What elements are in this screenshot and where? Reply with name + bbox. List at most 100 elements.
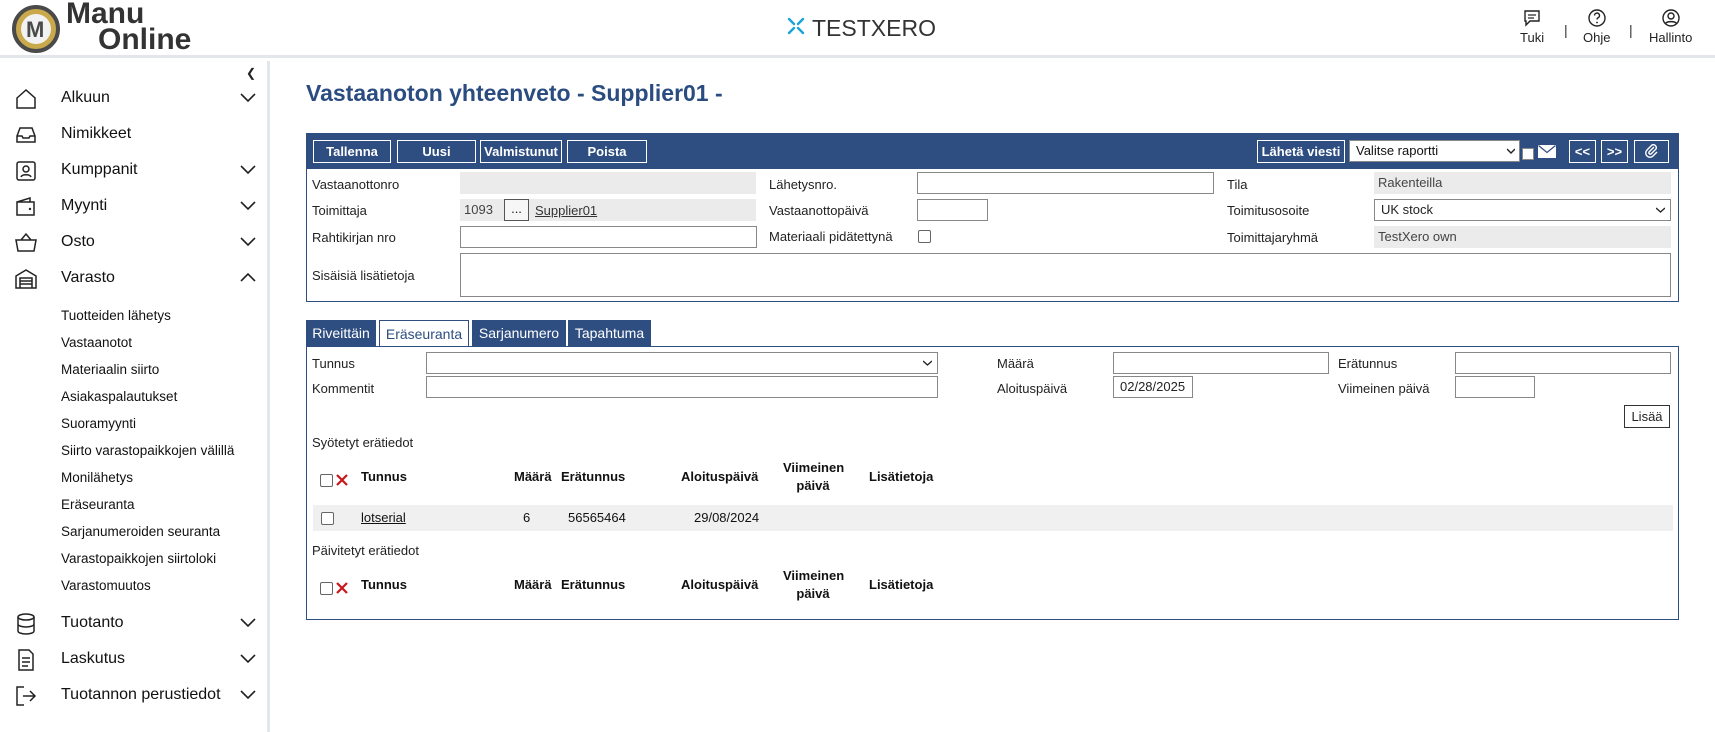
internal-info-textarea[interactable]: [460, 253, 1671, 297]
lot-number-input[interactable]: [1455, 352, 1671, 374]
quantity-label: Määrä: [997, 356, 1034, 371]
add-batch-button[interactable]: Lisää: [1624, 405, 1670, 428]
row-batch-id-link[interactable]: lotserial: [361, 510, 406, 525]
start-date-input[interactable]: 02/28/2025: [1113, 376, 1193, 398]
supplier-group-value: TestXero own: [1374, 226, 1671, 248]
column-header-lot-number: Erätunnus: [561, 469, 626, 484]
select-all-checkbox[interactable]: [320, 582, 333, 595]
sidebar-subitem-sarjanumeroiden-seuranta[interactable]: Sarjanumeroiden seuranta: [61, 524, 220, 539]
waybill-input[interactable]: [460, 226, 757, 248]
receipt-date-input[interactable]: [917, 199, 988, 221]
sidebar-item-label: Tuotanto: [61, 614, 124, 631]
support-link[interactable]: Tuki: [1520, 8, 1544, 45]
sidebar-subitem-varastopaikkojen-siirtoloki[interactable]: Varastopaikkojen siirtoloki: [61, 551, 216, 566]
sidebar-item-label: Osto: [61, 233, 95, 250]
quantity-input[interactable]: [1113, 352, 1329, 374]
start-date-label: Aloituspäivä: [997, 381, 1068, 396]
sidebar-subitem-asiakaspalautukset[interactable]: Asiakaspalautukset: [61, 389, 177, 404]
comment-label: Kommentit: [312, 381, 375, 396]
admin-label: Hallinto: [1649, 30, 1693, 45]
batch-id-select[interactable]: [426, 352, 938, 374]
dispatch-no-input[interactable]: [917, 172, 1214, 194]
support-label: Tuki: [1520, 30, 1545, 45]
save-button[interactable]: Tallenna: [313, 140, 391, 163]
sidebar-subitem-eraseuranta[interactable]: Eräseuranta: [61, 497, 135, 512]
internal-info-label: Sisäisiä lisätietoja: [312, 268, 415, 283]
previous-record-button[interactable]: <<: [1569, 140, 1596, 163]
admin-link[interactable]: Hallinto: [1649, 8, 1692, 45]
sidebar-item-osto[interactable]: Osto: [0, 227, 268, 257]
tab-riveittain[interactable]: Riveittäin: [306, 320, 376, 347]
supplier-label: Toimittaja: [312, 203, 367, 218]
row-lot-number: 56565464: [568, 510, 626, 525]
sidebar-subitem-tuotteiden-lahetys[interactable]: Tuotteiden lähetys: [61, 308, 171, 323]
chevron-down-icon: [240, 165, 256, 175]
comment-input[interactable]: [426, 376, 938, 398]
page-title: Vastaanoton yhteenveto - Supplier01 -: [306, 80, 723, 106]
chevron-down-icon: [923, 360, 932, 366]
supplier-name-link[interactable]: Supplier01: [535, 203, 597, 218]
select-all-checkbox[interactable]: [320, 474, 333, 487]
chevron-down-icon: [240, 690, 256, 700]
sidebar-item-nimikkeet[interactable]: Nimikkeet: [0, 119, 268, 149]
sidebar-item-laskutus[interactable]: Laskutus: [0, 644, 268, 674]
next-record-button[interactable]: >>: [1601, 140, 1628, 163]
header-separator: |: [1564, 22, 1568, 38]
new-button[interactable]: Uusi: [397, 140, 476, 163]
chevron-down-icon: [240, 237, 256, 247]
sidebar-item-varasto[interactable]: Varasto: [0, 263, 268, 293]
column-header-quantity: Määrä: [514, 469, 552, 484]
delete-button[interactable]: Poista: [567, 140, 647, 163]
waybill-label: Rahtikirjan nro: [312, 230, 396, 245]
entered-batches-title: Syötetyt erätiedot: [312, 435, 414, 450]
chat-icon: [1524, 10, 1540, 27]
tab-sarjanumero[interactable]: Sarjanumero: [472, 320, 566, 347]
material-held-checkbox[interactable]: [918, 230, 931, 243]
sidebar-item-tuotanto[interactable]: Tuotanto: [0, 608, 268, 638]
delete-selected-icon[interactable]: [335, 581, 349, 595]
delete-selected-icon[interactable]: [335, 473, 349, 487]
row-checkbox[interactable]: [321, 512, 334, 525]
exit-icon: [16, 686, 37, 706]
report-select[interactable]: Valitse raportti: [1349, 140, 1520, 162]
sidebar-subitem-materiaalin-siirto[interactable]: Materiaalin siirto: [61, 362, 159, 377]
header-separator: |: [1629, 22, 1633, 38]
manu-online-logo[interactable]: M Manu Online: [12, 0, 212, 55]
sidebar-subitem-vastaanotot[interactable]: Vastaanotot: [61, 335, 132, 350]
tab-tapahtuma[interactable]: Tapahtuma: [568, 320, 651, 347]
sidebar-item-kumppanit[interactable]: Kumppanit: [0, 155, 268, 185]
sidebar-item-label: Varasto: [61, 269, 115, 286]
column-header-start-date: Aloituspäivä: [681, 577, 759, 592]
sidebar-item-myynti[interactable]: Myynti: [0, 191, 268, 221]
sidebar-item-label: Myynti: [61, 197, 108, 214]
attachment-button[interactable]: [1634, 140, 1669, 163]
delivery-address-select[interactable]: UK stock: [1374, 199, 1671, 221]
sidebar-item-alkuun[interactable]: Alkuun: [0, 83, 268, 113]
collapse-sidebar-icon[interactable]: ❮: [246, 66, 256, 80]
column-header-last-day-line1: Viimeinen: [783, 460, 845, 475]
receipt-form: Vastaanottonro Toimittaja 1093 ... Suppl…: [306, 169, 1679, 302]
sidebar-subitem-varastomuutos[interactable]: Varastomuutos: [61, 578, 151, 593]
sidebar-subitem-suoramyynti[interactable]: Suoramyynti: [61, 416, 136, 431]
last-day-input[interactable]: [1455, 376, 1535, 398]
document-icon: [18, 649, 34, 671]
tab-eraseuranta[interactable]: Eräseuranta: [379, 320, 469, 347]
status-value: Rakenteilla: [1374, 172, 1671, 194]
sidebar-item-tuotannon-perustiedot[interactable]: Tuotannon perustiedot: [0, 680, 268, 710]
chevron-down-icon: [1656, 207, 1665, 213]
sidebar-subitem-siirto-varastopaikkojen[interactable]: Siirto varastopaikkojen välillä: [61, 443, 234, 458]
sidebar-subitem-monilahetys[interactable]: Monilähetys: [61, 470, 133, 485]
batch-id-label: Tunnus: [312, 356, 355, 371]
help-label: Ohje: [1583, 30, 1611, 45]
report-checkbox[interactable]: [1522, 148, 1534, 160]
mail-icon[interactable]: [1538, 145, 1556, 158]
help-link[interactable]: Ohje: [1583, 8, 1610, 45]
send-message-button[interactable]: Lähetä viesti: [1257, 140, 1345, 163]
toolbar: Tallenna Uusi Valmistunut Poista Lähetä …: [306, 133, 1679, 169]
material-held-label: Materiaali pidätettynä: [769, 229, 893, 244]
supplier-group-label: Toimittajaryhmä: [1227, 230, 1319, 245]
supplier-browse-button[interactable]: ...: [504, 199, 529, 221]
supplier-code: 1093: [464, 202, 493, 217]
done-button[interactable]: Valmistunut: [480, 140, 562, 163]
receipt-date-label: Vastaanottopäivä: [769, 203, 869, 218]
